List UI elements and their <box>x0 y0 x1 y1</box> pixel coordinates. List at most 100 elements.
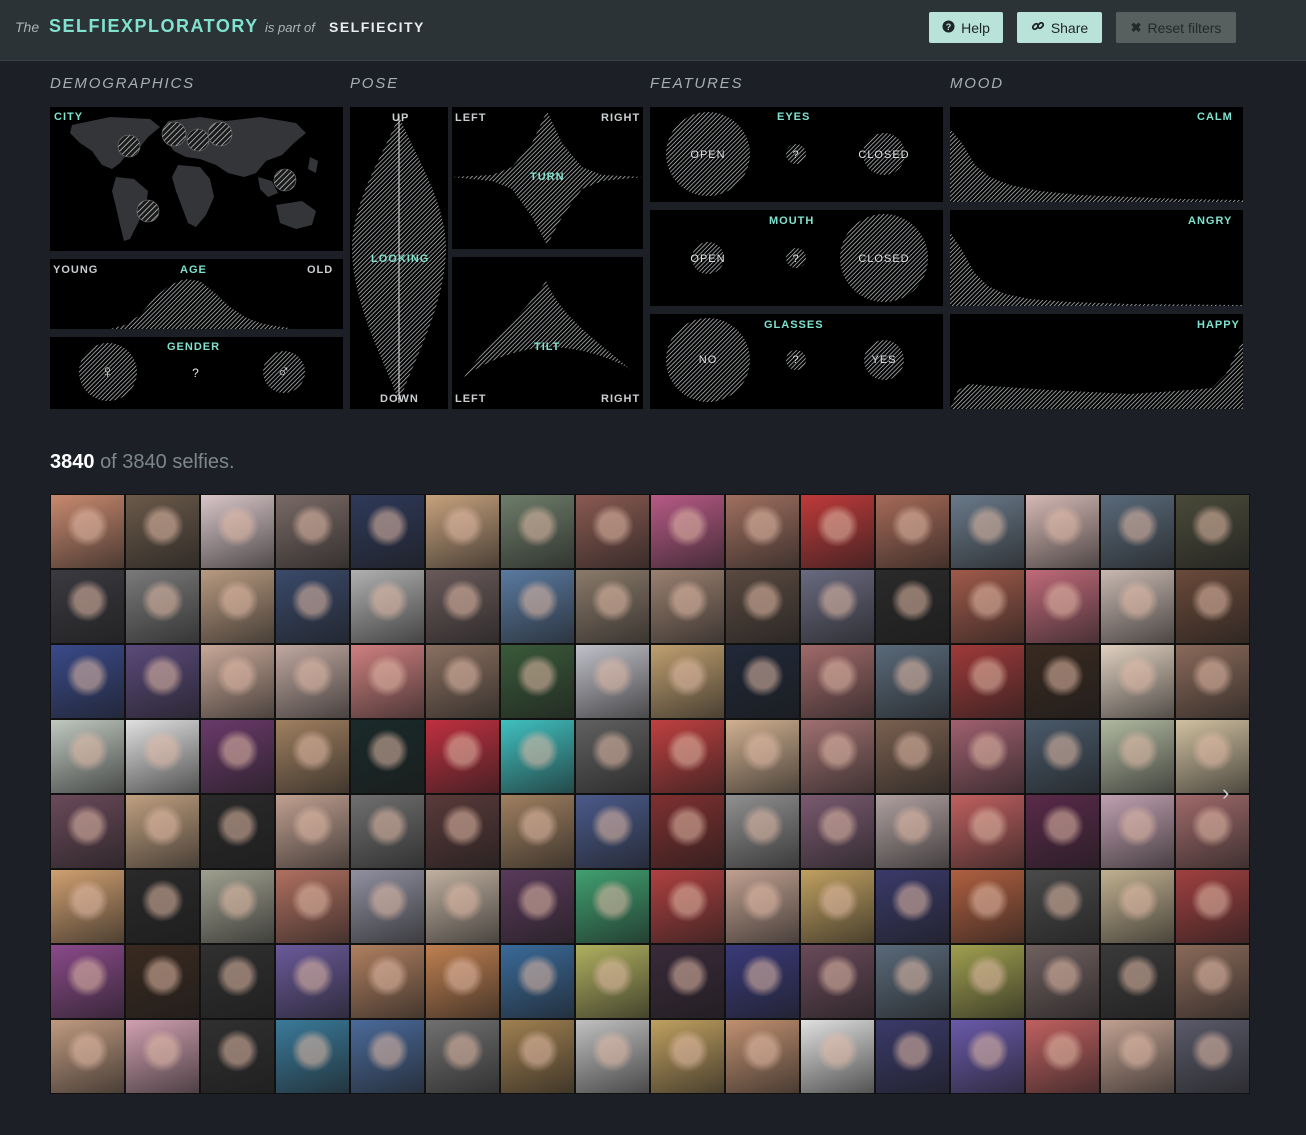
selfie-thumbnail[interactable] <box>125 719 200 794</box>
selfie-thumbnail[interactable] <box>800 794 875 869</box>
selfie-thumbnail[interactable] <box>50 944 125 1019</box>
selfie-thumbnail[interactable] <box>50 794 125 869</box>
selfie-thumbnail[interactable] <box>350 944 425 1019</box>
selfie-thumbnail[interactable] <box>350 719 425 794</box>
selfie-thumbnail[interactable] <box>950 869 1025 944</box>
selfie-thumbnail[interactable] <box>200 719 275 794</box>
selfie-thumbnail[interactable] <box>275 719 350 794</box>
selfie-thumbnail[interactable] <box>425 944 500 1019</box>
selfie-thumbnail[interactable] <box>200 1019 275 1094</box>
selfie-thumbnail[interactable] <box>50 494 125 569</box>
selfie-thumbnail[interactable] <box>50 1019 125 1094</box>
selfie-thumbnail[interactable] <box>650 1019 725 1094</box>
selfie-thumbnail[interactable] <box>1100 494 1175 569</box>
selfie-thumbnail[interactable] <box>1175 494 1250 569</box>
selfie-thumbnail[interactable] <box>950 644 1025 719</box>
selfie-thumbnail[interactable] <box>725 869 800 944</box>
selfie-thumbnail[interactable] <box>125 944 200 1019</box>
selfie-thumbnail[interactable] <box>1175 794 1250 869</box>
selfie-thumbnail[interactable] <box>350 569 425 644</box>
selfie-thumbnail[interactable] <box>950 1019 1025 1094</box>
tilt-filter-chart[interactable]: TILT LEFT RIGHT <box>452 257 643 409</box>
selfie-thumbnail[interactable] <box>425 569 500 644</box>
selfie-thumbnail[interactable] <box>1025 494 1100 569</box>
selfie-thumbnail[interactable] <box>425 869 500 944</box>
selfie-thumbnail[interactable] <box>500 644 575 719</box>
selfie-thumbnail[interactable] <box>1175 869 1250 944</box>
selfie-thumbnail[interactable] <box>950 719 1025 794</box>
selfie-thumbnail[interactable] <box>1175 719 1250 794</box>
selfie-thumbnail[interactable] <box>125 1019 200 1094</box>
reset-filters-button[interactable]: ✖ Reset filters <box>1116 12 1236 43</box>
selfie-thumbnail[interactable] <box>650 944 725 1019</box>
selfie-thumbnail[interactable] <box>1100 869 1175 944</box>
selfie-thumbnail[interactable] <box>1025 719 1100 794</box>
selfie-thumbnail[interactable] <box>275 869 350 944</box>
selfie-thumbnail[interactable] <box>950 794 1025 869</box>
selfie-thumbnail[interactable] <box>575 944 650 1019</box>
selfie-thumbnail[interactable] <box>650 869 725 944</box>
selfie-thumbnail[interactable] <box>725 569 800 644</box>
selfie-thumbnail[interactable] <box>350 869 425 944</box>
selfie-thumbnail[interactable] <box>125 494 200 569</box>
selfie-thumbnail[interactable] <box>125 644 200 719</box>
parent-project-link[interactable]: SELFIECITY <box>329 19 425 35</box>
selfie-thumbnail[interactable] <box>425 794 500 869</box>
selfie-thumbnail[interactable] <box>200 944 275 1019</box>
selfie-thumbnail[interactable] <box>275 944 350 1019</box>
selfie-thumbnail[interactable] <box>1175 944 1250 1019</box>
selfie-thumbnail[interactable] <box>800 569 875 644</box>
selfie-thumbnail[interactable] <box>275 569 350 644</box>
selfie-thumbnail[interactable] <box>275 494 350 569</box>
selfie-thumbnail[interactable] <box>1175 569 1250 644</box>
selfie-thumbnail[interactable] <box>425 719 500 794</box>
selfie-thumbnail[interactable] <box>800 944 875 1019</box>
selfie-thumbnail[interactable] <box>275 1019 350 1094</box>
selfie-thumbnail[interactable] <box>1100 1019 1175 1094</box>
selfie-thumbnail[interactable] <box>425 494 500 569</box>
selfie-thumbnail[interactable] <box>500 944 575 1019</box>
selfie-thumbnail[interactable] <box>800 719 875 794</box>
selfie-thumbnail[interactable] <box>725 644 800 719</box>
selfie-thumbnail[interactable] <box>575 869 650 944</box>
selfie-thumbnail[interactable] <box>1025 944 1100 1019</box>
selfie-thumbnail[interactable] <box>1175 1019 1250 1094</box>
selfie-thumbnail[interactable] <box>500 494 575 569</box>
selfie-thumbnail[interactable] <box>1025 644 1100 719</box>
selfie-thumbnail[interactable] <box>200 794 275 869</box>
selfie-thumbnail[interactable] <box>875 719 950 794</box>
selfie-thumbnail[interactable] <box>800 869 875 944</box>
age-filter-chart[interactable]: YOUNG AGE OLD <box>50 259 343 329</box>
selfie-thumbnail[interactable] <box>575 719 650 794</box>
selfie-thumbnail[interactable] <box>575 494 650 569</box>
selfie-thumbnail[interactable] <box>650 644 725 719</box>
selfie-thumbnail[interactable] <box>875 494 950 569</box>
happy-filter-chart[interactable]: HAPPY <box>950 314 1243 409</box>
looking-filter-chart[interactable]: UP LOOKING DOWN <box>350 107 448 409</box>
selfie-thumbnail[interactable] <box>500 869 575 944</box>
selfie-thumbnail[interactable] <box>875 794 950 869</box>
selfie-thumbnail[interactable] <box>1025 569 1100 644</box>
selfie-thumbnail[interactable] <box>800 1019 875 1094</box>
mouth-filter[interactable]: MOUTH OPEN ? CLOSED <box>650 210 943 306</box>
selfie-thumbnail[interactable] <box>1100 944 1175 1019</box>
selfie-thumbnail[interactable] <box>1100 794 1175 869</box>
selfie-thumbnail[interactable] <box>1025 794 1100 869</box>
selfie-thumbnail[interactable] <box>875 644 950 719</box>
selfie-thumbnail[interactable] <box>1100 719 1175 794</box>
selfie-thumbnail[interactable] <box>650 569 725 644</box>
selfie-thumbnail[interactable] <box>50 719 125 794</box>
selfie-thumbnail[interactable] <box>1100 569 1175 644</box>
selfie-thumbnail[interactable] <box>950 494 1025 569</box>
turn-filter-chart[interactable]: LEFT RIGHT TURN <box>452 107 643 249</box>
selfie-thumbnail[interactable] <box>875 569 950 644</box>
selfie-thumbnail[interactable] <box>125 569 200 644</box>
selfie-thumbnail[interactable] <box>725 719 800 794</box>
selfie-thumbnail[interactable] <box>725 794 800 869</box>
selfie-thumbnail[interactable] <box>1100 644 1175 719</box>
selfie-thumbnail[interactable] <box>275 794 350 869</box>
selfie-thumbnail[interactable] <box>200 869 275 944</box>
eyes-filter[interactable]: EYES OPEN ? CLOSED <box>650 107 943 202</box>
selfie-thumbnail[interactable] <box>50 869 125 944</box>
selfie-thumbnail[interactable] <box>200 569 275 644</box>
